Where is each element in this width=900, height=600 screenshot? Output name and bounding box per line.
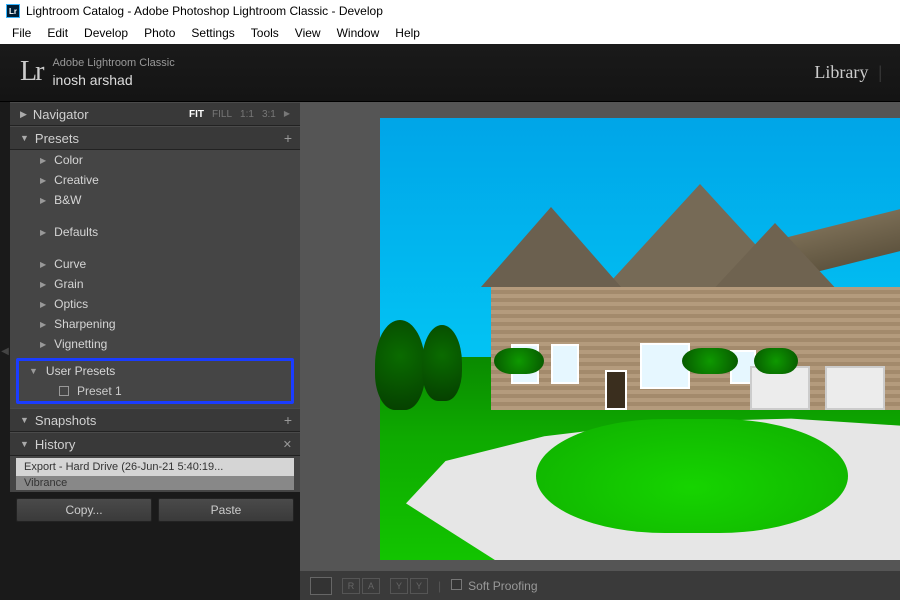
highlighted-user-presets: ▼ User Presets Preset 1 — [16, 358, 294, 404]
history-title: History — [35, 437, 75, 452]
preset-group-color[interactable]: ▶ Color — [10, 150, 300, 170]
preset-group-label: User Presets — [46, 364, 115, 378]
menu-edit[interactable]: Edit — [39, 24, 76, 42]
logo-text: Lr — [20, 56, 42, 88]
preset-group-sharpening[interactable]: ▶ Sharpening — [10, 314, 300, 334]
menu-view[interactable]: View — [287, 24, 329, 42]
chevron-right-icon: ▶ — [40, 340, 46, 349]
chevron-right-icon: ▶ — [40, 228, 46, 237]
expand-icon: ▶ — [20, 109, 27, 120]
main-area: RA YY | Soft Proofing — [300, 102, 900, 600]
menu-bar: File Edit Develop Photo Settings Tools V… — [0, 22, 900, 44]
chevron-right-icon: ▶ — [40, 320, 46, 329]
copy-paste-row: Copy... Paste — [10, 492, 300, 528]
chevron-right-icon: ▶ — [40, 156, 46, 165]
navigator-title: Navigator — [33, 107, 89, 122]
history-header[interactable]: ▼ History ✕ — [10, 432, 300, 456]
zoom-more-icon[interactable]: ▶ — [284, 109, 290, 120]
preset-group-label: Defaults — [54, 225, 98, 239]
preset-group-label: Creative — [54, 173, 99, 187]
menu-tools[interactable]: Tools — [243, 24, 287, 42]
before-after-ra[interactable]: RA — [342, 578, 380, 594]
soft-proofing-label: Soft Proofing — [468, 579, 537, 593]
user-name: inosh arshad — [52, 71, 174, 89]
presets-title: Presets — [35, 131, 79, 146]
chevron-right-icon: ▶ — [40, 260, 46, 269]
preset-group-user[interactable]: ▼ User Presets — [19, 361, 291, 381]
menu-help[interactable]: Help — [387, 24, 428, 42]
presets-body: ▶ Color ▶ Creative ▶ B&W ▶ Defaults ▶ Curve ▶… — [10, 150, 300, 408]
checkbox-icon — [451, 579, 462, 590]
preset-thumbnail-icon — [59, 386, 69, 396]
copy-button[interactable]: Copy... — [16, 498, 152, 522]
preset-group-label: Color — [54, 153, 83, 167]
loupe-view-icon[interactable] — [310, 577, 332, 595]
preset-item-label: Preset 1 — [77, 384, 122, 398]
app-body: Lr Adobe Lightroom Classic inosh arshad … — [0, 44, 900, 600]
preset-group-label: Optics — [54, 297, 88, 311]
chevron-right-icon: ▶ — [40, 280, 46, 289]
window-title: Lightroom Catalog - Adobe Photoshop Ligh… — [26, 4, 383, 18]
preset-group-label: Sharpening — [54, 317, 115, 331]
app-icon: Lr — [6, 4, 20, 18]
add-preset-icon[interactable]: + — [284, 130, 292, 146]
zoom-3to1[interactable]: 3:1 — [262, 109, 276, 120]
zoom-fit[interactable]: FIT — [189, 109, 204, 120]
preset-group-label: B&W — [54, 193, 81, 207]
soft-proofing-toggle[interactable]: Soft Proofing — [451, 579, 537, 593]
preset-item-preset1[interactable]: Preset 1 — [19, 381, 291, 401]
identity-plate: Lr Adobe Lightroom Classic inosh arshad … — [0, 44, 900, 102]
preset-group-optics[interactable]: ▶ Optics — [10, 294, 300, 314]
menu-settings[interactable]: Settings — [183, 24, 242, 42]
left-edge-collapse[interactable]: ◀ — [0, 102, 10, 600]
zoom-1to1[interactable]: 1:1 — [240, 109, 254, 120]
collapse-icon: ▼ — [20, 415, 29, 425]
preset-group-curve[interactable]: ▶ Curve — [10, 254, 300, 274]
preset-group-grain[interactable]: ▶ Grain — [10, 274, 300, 294]
develop-toolbar: RA YY | Soft Proofing — [300, 570, 900, 600]
zoom-fill[interactable]: FILL — [212, 109, 232, 120]
photo-preview — [380, 118, 900, 560]
preset-group-defaults[interactable]: ▶ Defaults — [10, 222, 300, 242]
preset-group-label: Curve — [54, 257, 86, 271]
menu-photo[interactable]: Photo — [136, 24, 183, 42]
chevron-right-icon: ▶ — [40, 196, 46, 205]
paste-button[interactable]: Paste — [158, 498, 294, 522]
preset-group-bw[interactable]: ▶ B&W — [10, 190, 300, 210]
add-snapshot-icon[interactable]: + — [284, 412, 292, 428]
window-titlebar: Lr Lightroom Catalog - Adobe Photoshop L… — [0, 0, 900, 22]
before-after-yy[interactable]: YY — [390, 578, 428, 594]
preset-group-label: Grain — [54, 277, 83, 291]
presets-header[interactable]: ▼ Presets + — [10, 126, 300, 150]
collapse-icon: ▼ — [20, 133, 29, 143]
history-item[interactable]: Vibrance — [16, 476, 294, 490]
module-picker: Library | — [814, 62, 882, 83]
clear-history-icon[interactable]: ✕ — [283, 438, 292, 451]
navigator-zoom-options: FIT FILL 1:1 3:1 ▶ — [189, 109, 290, 120]
preset-group-vignetting[interactable]: ▶ Vignetting — [10, 334, 300, 354]
history-body: Export - Hard Drive (26-Jun-21 5:40:19..… — [10, 456, 300, 492]
product-name: Adobe Lightroom Classic — [52, 56, 174, 70]
preset-group-label: Vignetting — [54, 337, 107, 351]
module-library[interactable]: Library — [814, 62, 868, 82]
collapse-icon: ▼ — [20, 439, 29, 449]
menu-window[interactable]: Window — [329, 24, 388, 42]
preset-group-creative[interactable]: ▶ Creative — [10, 170, 300, 190]
menu-develop[interactable]: Develop — [76, 24, 136, 42]
chevron-right-icon: ▶ — [40, 176, 46, 185]
snapshots-title: Snapshots — [35, 413, 96, 428]
snapshots-header[interactable]: ▼ Snapshots + — [10, 408, 300, 432]
chevron-down-icon: ▼ — [29, 366, 38, 376]
navigator-header[interactable]: ▶ Navigator FIT FILL 1:1 3:1 ▶ — [10, 102, 300, 126]
history-item[interactable]: Export - Hard Drive (26-Jun-21 5:40:19..… — [16, 458, 294, 476]
module-separator: | — [878, 62, 882, 82]
chevron-right-icon: ▶ — [40, 300, 46, 309]
menu-file[interactable]: File — [4, 24, 39, 42]
image-canvas[interactable] — [300, 102, 900, 570]
left-panel: ▶ Navigator FIT FILL 1:1 3:1 ▶ ▼ Presets… — [10, 102, 300, 600]
